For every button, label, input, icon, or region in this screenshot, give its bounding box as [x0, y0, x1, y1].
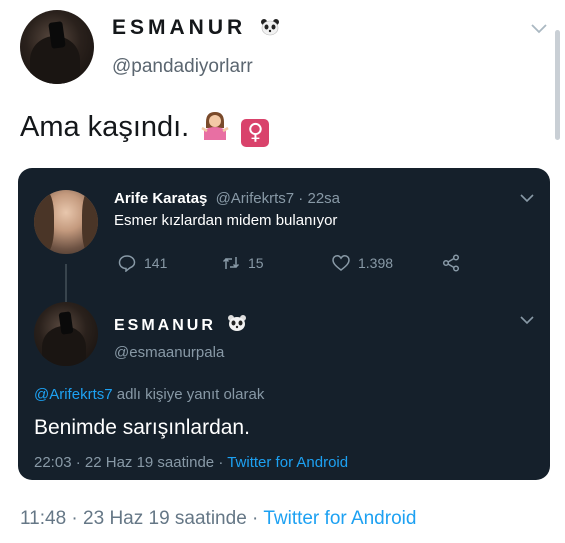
- replying-to: @Arifekrts7 adlı kişiye yanıt olarak: [34, 386, 264, 403]
- panda-emoji-icon: [228, 315, 247, 331]
- chevron-down-icon[interactable]: [531, 24, 547, 34]
- quoted-age: 22sa: [307, 190, 341, 207]
- chevron-down-icon[interactable]: [520, 194, 534, 203]
- avatar-phone: [58, 311, 74, 335]
- retweet-icon: [222, 257, 240, 269]
- reply-timestamp: 22:03 · 22 Haz 19 saatinde · Twitter for…: [34, 454, 348, 471]
- like-count: 1.398: [358, 255, 394, 271]
- quoted-author[interactable]: Arife Karataş @Arifekrts7 · 22sa: [114, 190, 340, 207]
- avatar-hair-left: [34, 190, 54, 254]
- tweet-date: 23 Haz 19 saatinde: [83, 508, 247, 529]
- avatar-phone: [48, 21, 66, 49]
- retweet-button[interactable]: 15: [222, 254, 264, 272]
- reply-author[interactable]: ESMANUR: [114, 314, 247, 335]
- mention-link[interactable]: @Arifekrts7: [34, 386, 113, 403]
- reply-time: 22:03: [34, 454, 72, 471]
- date-separator: ·: [66, 508, 84, 529]
- reply-avatar[interactable]: [34, 302, 98, 366]
- reply-author-name: ESMANUR: [114, 317, 216, 334]
- retweet-count: 15: [248, 255, 264, 271]
- date-separator: ·: [71, 454, 85, 471]
- share-button[interactable]: [442, 254, 468, 272]
- reply-button[interactable]: 141: [118, 254, 167, 272]
- reply-icon: [118, 255, 136, 272]
- quoted-text: Esmer kızlardan midem bulanıyor: [114, 212, 338, 229]
- share-icon: [442, 254, 460, 272]
- quoted-thread-card[interactable]: Arife Karataş @Arifekrts7 · 22sa Esmer k…: [18, 168, 550, 480]
- tweet-timestamp: 11:48 · 23 Haz 19 saatinde · Twitter for…: [20, 508, 416, 530]
- quoted-meta: @Arifekrts7 · 22sa: [216, 190, 340, 207]
- quoted-author-name: Arife Karataş: [114, 190, 208, 207]
- reply-text: Benimde sarışınlardan.: [34, 416, 250, 439]
- tweet-text-body: Ama kaşındı.: [20, 111, 190, 143]
- source-link[interactable]: Twitter for Android: [263, 508, 416, 529]
- tweet-text: Ama kaşındı. ♀: [20, 110, 270, 147]
- replying-suffix: adlı kişiye yanıt olarak: [112, 386, 265, 403]
- chevron-down-icon[interactable]: [520, 316, 534, 325]
- reply-handle[interactable]: @esmaanurpala: [114, 344, 224, 361]
- heart-icon: [332, 255, 350, 271]
- tweet-time: 11:48: [20, 508, 67, 529]
- thread-connector: [65, 264, 67, 302]
- quoted-avatar[interactable]: [34, 190, 98, 254]
- female-sign-emoji-icon: ♀: [241, 119, 270, 147]
- reply-date: 22 Haz 19 saatinde: [84, 454, 215, 471]
- user-handle[interactable]: @pandadiyorlarr: [112, 56, 253, 78]
- like-button[interactable]: 1.398: [332, 254, 393, 272]
- woman-shrugging-emoji-icon: [201, 112, 229, 140]
- display-name-text: ESMANUR: [112, 16, 247, 39]
- scrollbar[interactable]: [555, 30, 560, 140]
- quoted-actions: 141 15 1.398: [118, 254, 478, 276]
- source-link[interactable]: Twitter for Android: [227, 454, 348, 471]
- source-separator: ·: [214, 454, 228, 471]
- quoted-handle: @Arifekrts7: [215, 190, 295, 207]
- display-name[interactable]: ESMANUR: [112, 16, 280, 40]
- avatar[interactable]: [20, 10, 94, 84]
- meta-separator: ·: [294, 190, 308, 207]
- source-separator: ·: [246, 508, 264, 529]
- avatar-hair-right: [82, 190, 98, 254]
- panda-emoji-icon: [261, 19, 280, 36]
- reply-count: 141: [144, 255, 168, 271]
